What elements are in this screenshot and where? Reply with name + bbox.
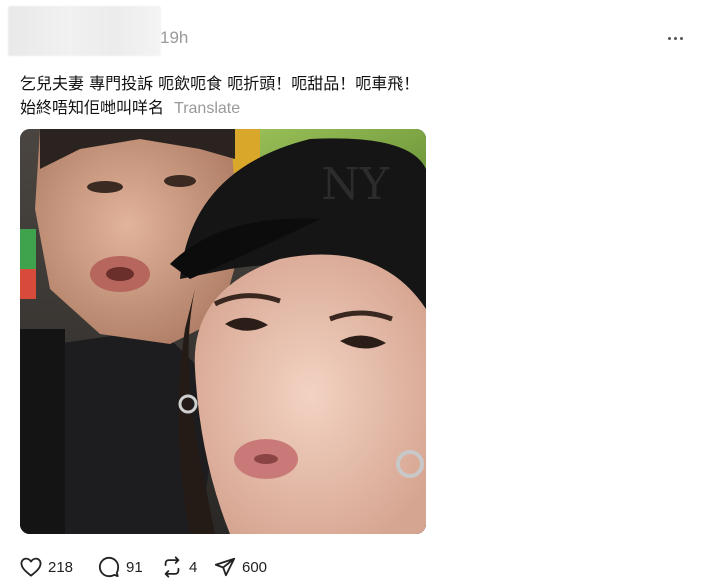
like-button[interactable]: 218 xyxy=(20,557,98,577)
speech-bubble-icon xyxy=(98,556,120,578)
heart-icon xyxy=(20,557,42,577)
reply-button[interactable]: 91 xyxy=(98,556,161,578)
reply-count: 91 xyxy=(126,558,143,576)
caption-line-2: 始終唔知佢哋叫咩名 xyxy=(20,98,165,117)
post-photo[interactable]: NY xyxy=(20,129,426,534)
more-dots-icon xyxy=(667,36,671,40)
post-caption: 乞兒夫妻 專門投訴 呃飲呃食 呃折頭！呃甜品！呃車飛！ 始終唔知佢哋叫咩名 Tra… xyxy=(20,72,680,121)
share-count: 600 xyxy=(242,558,268,576)
more-options-button[interactable] xyxy=(662,26,688,50)
svg-text:NY: NY xyxy=(321,159,390,210)
repost-arrows-icon xyxy=(164,556,180,578)
repost-button[interactable]: 4 xyxy=(161,556,214,578)
share-button[interactable]: 600 xyxy=(214,556,284,578)
paper-plane-icon xyxy=(214,557,236,577)
like-count: 218 xyxy=(48,558,74,576)
post-timestamp: 19h xyxy=(160,28,189,47)
blurred-username xyxy=(8,6,161,56)
repost-count: 4 xyxy=(189,558,198,576)
caption-line-1: 乞兒夫妻 專門投訴 呃飲呃食 呃折頭！呃甜品！呃車飛！ xyxy=(20,74,420,93)
action-bar: 218 91 4 600 xyxy=(20,556,284,578)
thread-post: 19h 乞兒夫妻 專門投訴 呃飲呃食 呃折頭！呃甜品！呃車飛！ 始終唔知佢哋叫咩… xyxy=(0,0,701,588)
translate-link[interactable]: Translate xyxy=(174,100,240,117)
